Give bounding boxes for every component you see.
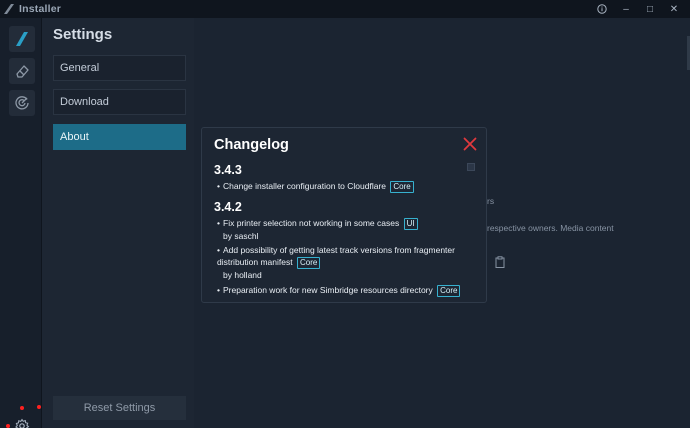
title-bar: Installer – □ ✕	[0, 0, 690, 18]
flybywire-logo-icon	[16, 32, 28, 46]
entry-text: Fix printer selection not working in som…	[223, 218, 400, 228]
eraser-icon	[16, 65, 29, 78]
version-heading: 3.4.2	[214, 200, 242, 214]
settings-panel: Settings General Download About Reset Se…	[42, 18, 194, 428]
core-tag: Core	[437, 285, 461, 297]
changelog-title: Changelog	[214, 137, 289, 153]
info-circle-icon	[597, 4, 607, 14]
app-title: Installer	[19, 3, 62, 15]
entry-text: Preparation work for new Simbridge resou…	[223, 285, 433, 295]
changelog-modal: Changelog 3.4.3 • Change installer config…	[201, 127, 487, 303]
changelog-entry: • Add possibility of getting latest track…	[217, 244, 462, 281]
window-controls: – □ ✕	[590, 0, 686, 18]
annotation-dot	[37, 405, 41, 409]
changelog-scrollbar-thumb[interactable]	[467, 163, 475, 171]
entry-author: by saschl	[223, 231, 259, 241]
reset-settings-button[interactable]: Reset Settings	[53, 396, 186, 420]
sidebar	[0, 18, 42, 428]
changelog-entry: • Preparation work for new Simbridge reso…	[217, 284, 472, 297]
annotation-dot	[20, 406, 24, 410]
settings-menu-download[interactable]: Download	[53, 89, 186, 115]
close-window-button[interactable]: ✕	[662, 0, 686, 18]
about-text-fragment: rs	[487, 196, 495, 206]
sidebar-item-eraser[interactable]	[9, 58, 35, 84]
entry-text: Add possibility of getting latest track …	[217, 245, 455, 267]
clipboard-icon[interactable]	[495, 256, 505, 268]
entry-text: Change installer configuration to Cloudf…	[223, 181, 387, 191]
ui-tag: UI	[403, 218, 418, 230]
settings-menu-general[interactable]: General	[53, 55, 186, 81]
app-logo-icon	[4, 4, 14, 14]
version-heading: 3.4.3	[214, 163, 242, 177]
entry-author: by holland	[223, 270, 262, 280]
changelog-scroll-area[interactable]: 3.4.3 • Change installer configuration to…	[202, 160, 486, 297]
sidebar-item-flybywire[interactable]	[9, 26, 35, 52]
gear-icon	[15, 418, 30, 428]
sidebar-item-radar[interactable]	[9, 90, 35, 116]
maximize-button[interactable]: □	[638, 0, 662, 18]
changelog-entry: • Change installer configuration to Cloud…	[217, 180, 472, 193]
close-icon[interactable]	[463, 137, 477, 151]
about-text-fragment: respective owners. Media content	[487, 223, 614, 233]
settings-menu-about[interactable]: About	[53, 124, 186, 150]
minimize-button[interactable]: –	[614, 0, 638, 18]
changelog-entry: • Fix printer selection not working in so…	[217, 217, 472, 242]
core-tag: Core	[390, 181, 414, 193]
radar-icon	[15, 96, 29, 110]
annotation-dot	[6, 424, 10, 428]
info-button[interactable]	[590, 0, 614, 18]
core-tag: Core	[296, 257, 321, 269]
settings-gear-button[interactable]	[10, 414, 34, 428]
settings-title: Settings	[53, 26, 113, 43]
